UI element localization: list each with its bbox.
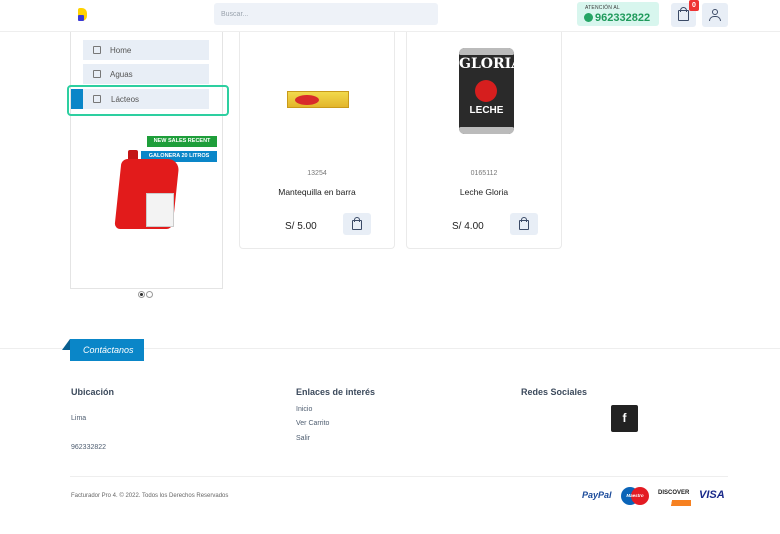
logo[interactable] (71, 4, 95, 26)
search-input[interactable] (214, 3, 438, 25)
can-brand-text: GLORIA (459, 56, 523, 72)
footer-heading-enlaces: Enlaces de interés (296, 387, 376, 397)
can-label-text: LECHE (469, 105, 504, 116)
footer-link-inicio[interactable]: Inicio (296, 406, 312, 413)
product-image-milk-can: GLORIA LECHE (459, 48, 523, 134)
banner-tag-new-sales: NEW SALES RECENT (147, 136, 217, 147)
facebook-icon[interactable]: f (611, 405, 638, 432)
box-icon (93, 70, 101, 78)
home-icon (93, 46, 101, 54)
cart-count-badge: 0 (689, 0, 699, 11)
user-icon (712, 9, 718, 15)
product-sku: 13254 (307, 170, 327, 177)
footer-heading-ubicacion: Ubicación (71, 387, 115, 397)
footer-link-salir[interactable]: Salir (296, 435, 310, 442)
phone-number: 962332822 (595, 12, 651, 24)
whatsapp-icon (584, 13, 593, 22)
add-to-cart-button[interactable] (510, 213, 538, 235)
product-card[interactable]: GLORIA LECHE 0165112 Leche Gloria S/ 4.0… (406, 32, 562, 249)
user-account-button[interactable] (702, 3, 728, 27)
sidebar-item-label: Home (110, 46, 132, 55)
discover-logo: DISCOVER (657, 488, 691, 508)
carousel-dot-2[interactable] (146, 291, 153, 298)
footer-city: Lima (71, 415, 87, 422)
product-price: S/ 5.00 (285, 221, 317, 232)
add-to-cart-button[interactable] (343, 213, 371, 235)
footer-heading-redes: Redes Sociales (521, 387, 588, 397)
product-sku: 0165112 (470, 170, 498, 177)
footer-link-ver-carrito[interactable]: Ver Carrito (296, 420, 329, 427)
contact-tab: Contáctanos (62, 339, 144, 361)
attention-label: ATENCIÓN AL (585, 5, 620, 11)
visa-logo: VISA (699, 489, 725, 501)
maestro-logo: Maestro (621, 487, 649, 505)
sidebar-item-aguas[interactable]: Aguas (83, 64, 209, 84)
carousel-dot-1[interactable] (138, 291, 145, 298)
footer-phone: 962332822 (71, 444, 107, 451)
footer-bottom-divider (70, 476, 728, 477)
product-price: S/ 4.00 (452, 221, 484, 232)
product-card[interactable]: 13254 Mantequilla en barra S/ 5.00 (239, 32, 395, 249)
product-name[interactable]: Leche Gloria (407, 187, 561, 197)
focus-highlight (67, 85, 229, 116)
contact-tab-label: Contáctanos (83, 345, 134, 355)
carousel-dots (138, 285, 154, 303)
product-name[interactable]: Mantequilla en barra (240, 187, 394, 197)
sidebar-item-home[interactable]: Home (83, 40, 209, 60)
top-header: ATENCIÓN AL 962332822 0 (0, 0, 780, 32)
sidebar-item-label: Aguas (110, 70, 133, 79)
copyright-text: Facturador Pro 4. © 2022. Todos los Dere… (71, 493, 229, 499)
product-image-butter (287, 91, 349, 108)
paypal-logo: PayPal (582, 490, 612, 500)
whatsapp-contact[interactable]: ATENCIÓN AL 962332822 (577, 2, 659, 26)
promo-banner[interactable]: NEW SALES RECENT GALONERA 20 LITROS (102, 135, 218, 245)
